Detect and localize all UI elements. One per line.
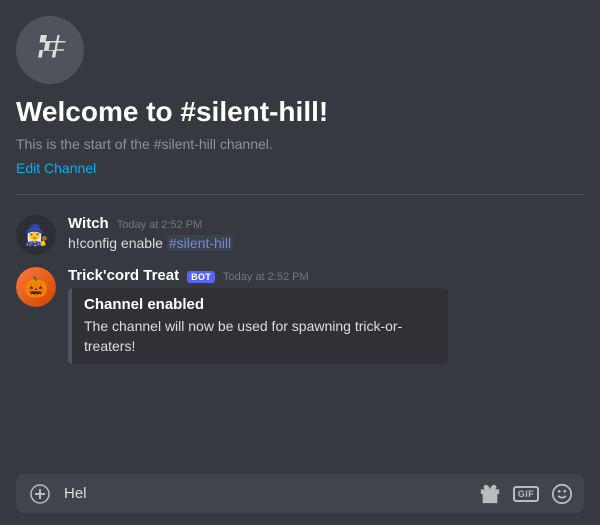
gift-button[interactable] [476,480,504,508]
bot-message-header: Trick'cord Treat BOT Today at 2:52 PM [68,267,584,284]
message-content: Witch Today at 2:52 PM h!config enable #… [68,215,584,255]
hash-icon [32,32,68,68]
channel-description: This is the start of the #silent-hill ch… [16,136,584,152]
plus-icon [30,484,50,504]
avatar: 🧙‍♀️ [16,215,56,255]
embed-description: The channel will now be used for spawnin… [84,317,436,356]
channel-header: Welcome to #silent-hill! This is the sta… [16,16,584,195]
chat-input-area: GIF [0,462,600,525]
main-content: Welcome to #silent-hill! This is the sta… [0,0,600,462]
gif-label: GIF [513,486,540,502]
message-group-bot: 🎃 Trick'cord Treat BOT Today at 2:52 PM … [16,263,584,368]
message-text-content: h!config enable [68,235,167,251]
channel-mention[interactable]: #silent-hill [167,235,233,251]
message-header: Witch Today at 2:52 PM [68,215,584,232]
gif-button[interactable]: GIF [512,480,540,508]
message-group: 🧙‍♀️ Witch Today at 2:52 PM h!config ena… [16,211,584,259]
bot-avatar-inner: 🎃 [16,267,56,307]
bot-badge: BOT [187,271,215,283]
embed-title: Channel enabled [84,296,436,313]
edit-channel-link[interactable]: Edit Channel [16,160,96,176]
bot-avatar: 🎃 [16,267,56,307]
emoji-button[interactable] [548,480,576,508]
chat-input[interactable] [64,474,468,513]
input-icons: GIF [476,480,576,508]
witch-avatar: 🧙‍♀️ [16,215,56,255]
message-text: h!config enable #silent-hill [68,234,584,254]
messages-area: 🧙‍♀️ Witch Today at 2:52 PM h!config ena… [16,211,584,462]
chat-input-wrapper: GIF [16,474,584,513]
add-button[interactable] [24,478,56,510]
bot-message-content: Trick'cord Treat BOT Today at 2:52 PM Ch… [68,267,584,364]
channel-icon [16,16,84,84]
bot-timestamp: Today at 2:52 PM [223,271,309,283]
username: Witch [68,215,109,232]
timestamp: Today at 2:52 PM [117,219,203,231]
emoji-icon [551,483,573,505]
embed: Channel enabled The channel will now be … [68,288,448,364]
gift-icon [479,483,501,505]
channel-title: Welcome to #silent-hill! [16,96,584,128]
bot-username: Trick'cord Treat [68,267,179,284]
